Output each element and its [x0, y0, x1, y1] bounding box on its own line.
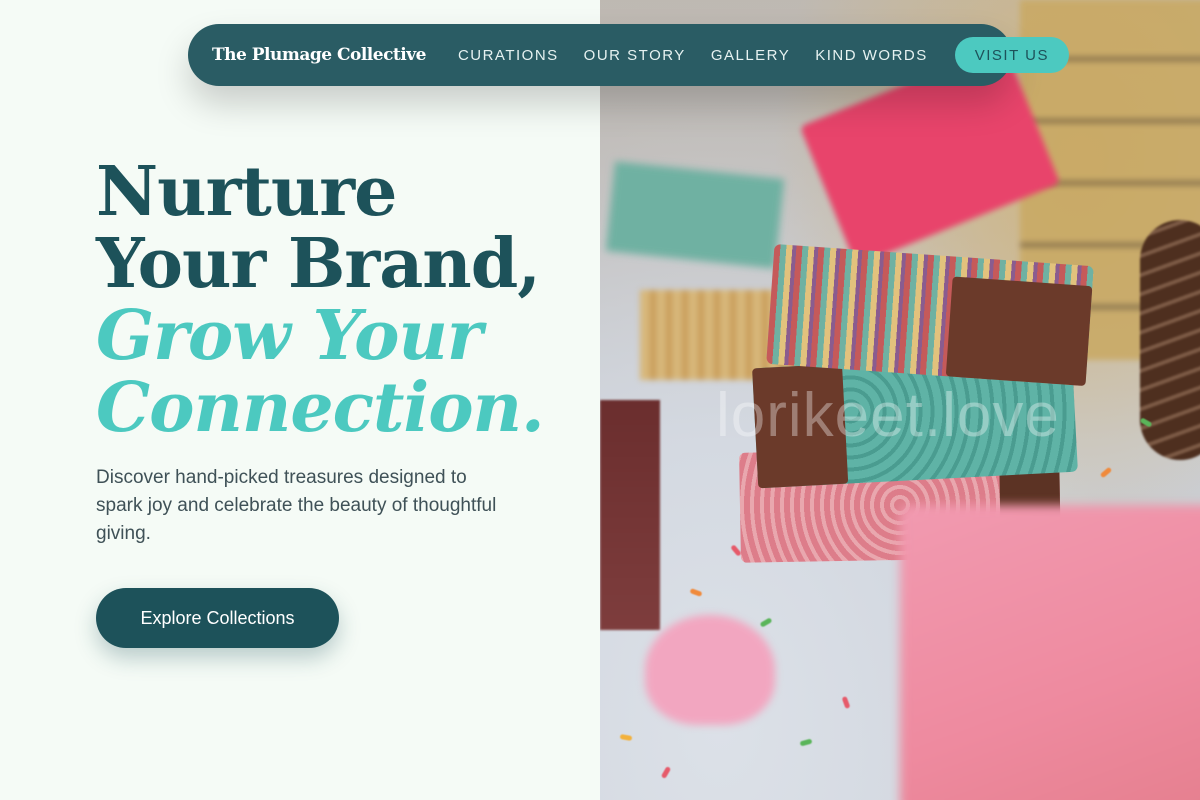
- photo-watermark: lorikeet.love: [716, 381, 1060, 450]
- nav-link-gallery[interactable]: GALLERY: [711, 47, 790, 64]
- top-nav-bar: The Plumage Collective CURATIONS OUR STO…: [188, 24, 1069, 86]
- photo-chocolate-bars: [600, 400, 660, 630]
- explore-collections-button[interactable]: Explore Collections: [96, 588, 339, 648]
- hero-headline: Nurture Your Brand, Grow Your Connection…: [96, 156, 576, 444]
- photo-sprinkle: [1099, 466, 1113, 479]
- hero-text-section: Nurture Your Brand, Grow Your Connection…: [0, 0, 600, 800]
- nav-link-kind-words[interactable]: KIND WORDS: [815, 47, 928, 64]
- headline-line-4: Connection.: [96, 368, 545, 448]
- photo-teal-box: [605, 161, 785, 269]
- photo-pink-cube: [900, 505, 1200, 800]
- photo-sprinkle: [689, 588, 703, 597]
- hero-photo: lorikeet.love: [600, 0, 1200, 800]
- nav-link-curations[interactable]: CURATIONS: [458, 47, 559, 64]
- headline-line-1: Nurture: [96, 152, 397, 232]
- brand-logo[interactable]: The Plumage Collective: [212, 45, 426, 65]
- photo-meringue: [645, 615, 775, 725]
- photo-sprinkle: [841, 696, 851, 709]
- hero-subcopy: Discover hand-picked treasures designed …: [96, 467, 497, 544]
- landing-page: Nurture Your Brand, Grow Your Connection…: [0, 0, 1200, 800]
- photo-sprinkle: [759, 617, 773, 628]
- photo-sprinkle: [660, 766, 672, 779]
- photo-striped-box: [766, 243, 1094, 387]
- visit-us-button[interactable]: VISIT US: [954, 37, 1069, 73]
- photo-sprinkle: [619, 733, 633, 742]
- photo-sprinkle: [799, 738, 813, 747]
- headline-line-2: Your Brand,: [96, 224, 541, 304]
- headline-line-3: Grow Your: [96, 296, 483, 376]
- nav-link-our-story[interactable]: OUR STORY: [584, 47, 686, 64]
